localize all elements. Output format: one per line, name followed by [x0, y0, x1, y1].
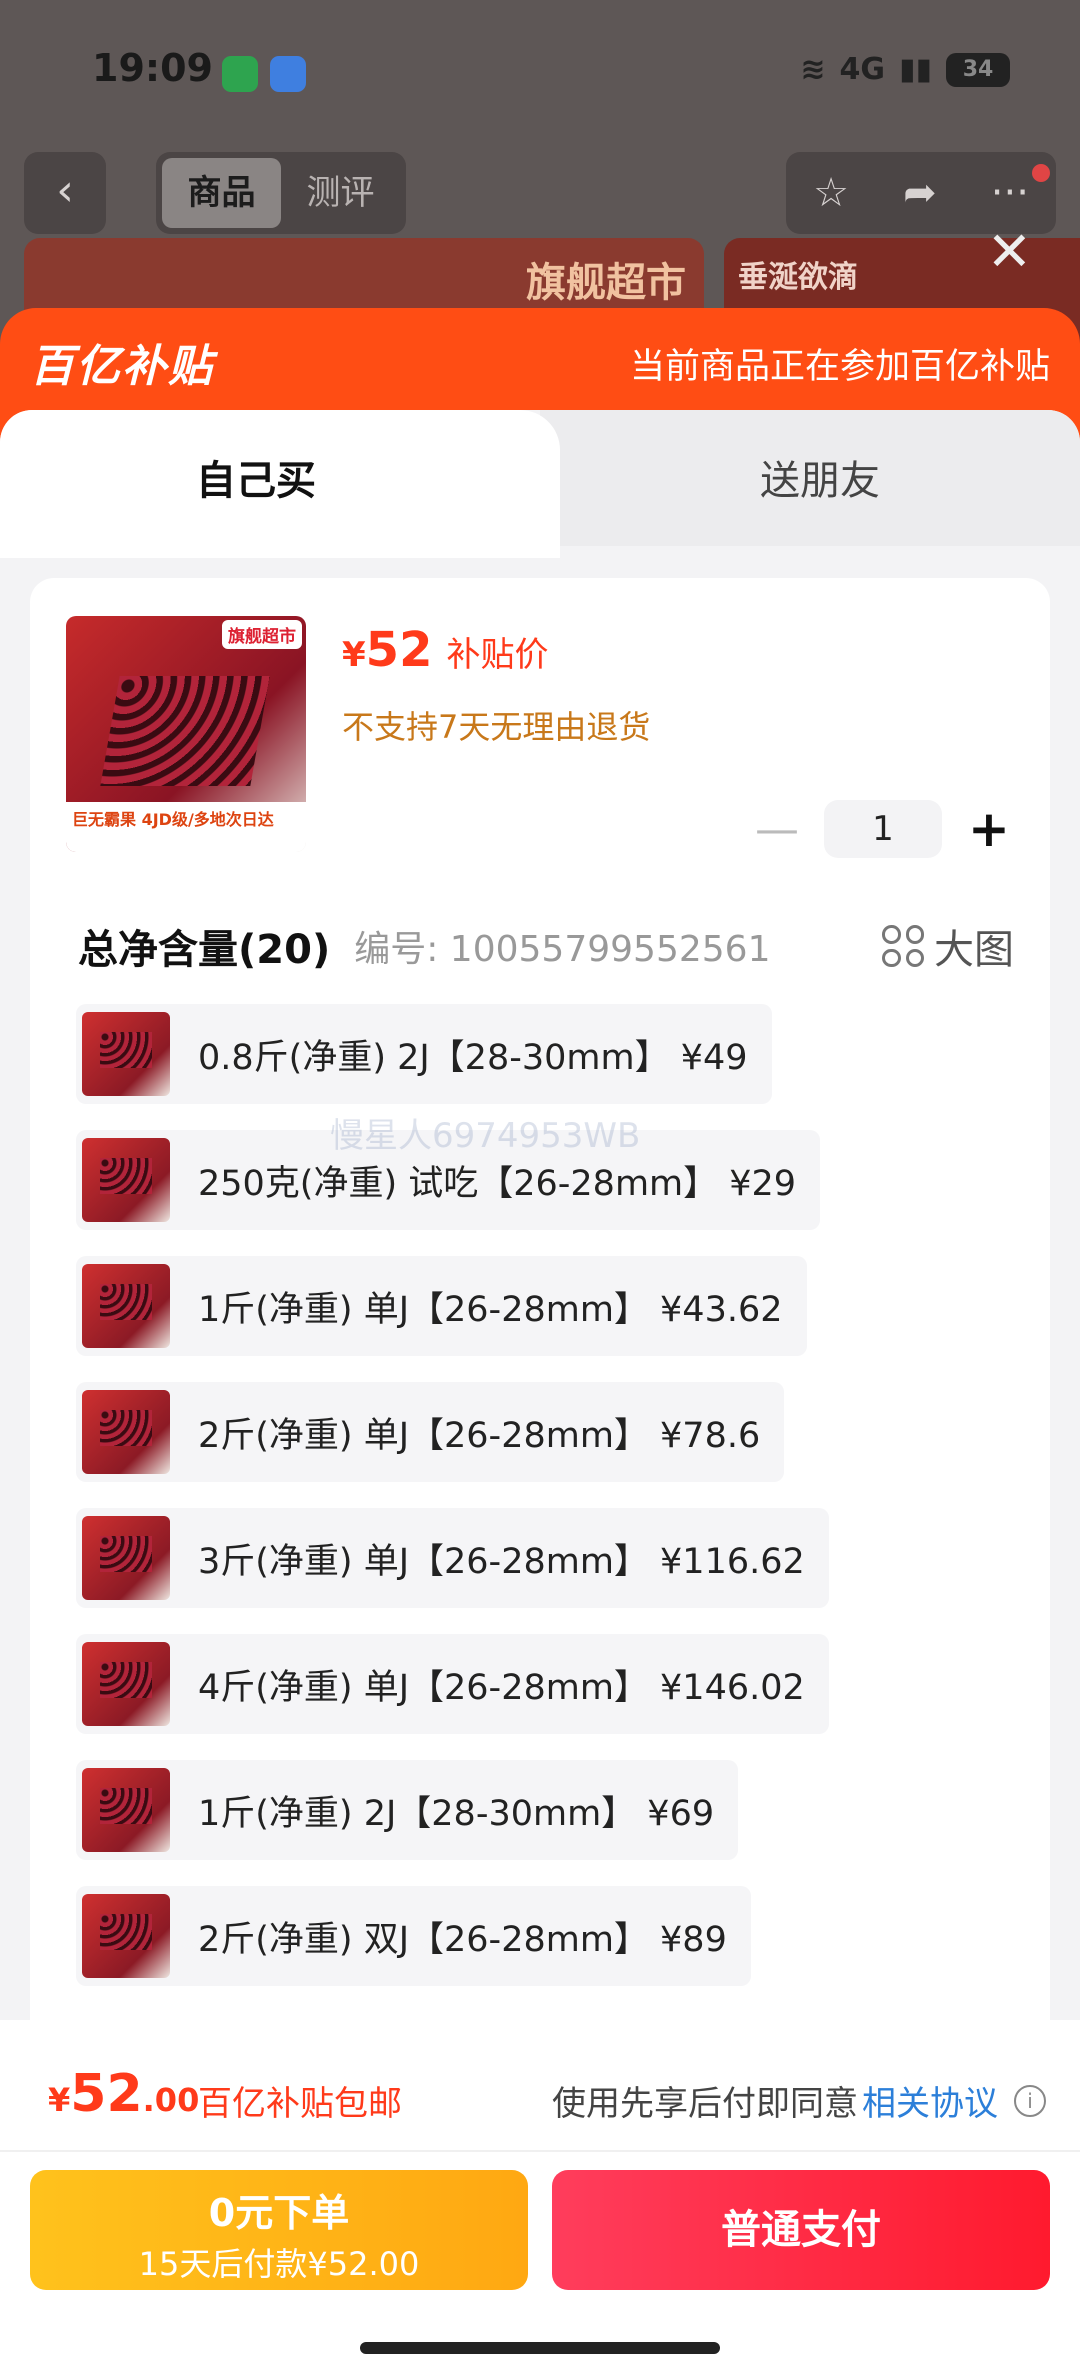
- plus-icon[interactable]: +: [964, 800, 1014, 858]
- subsidy-note: 当前商品正在参加百亿补贴: [629, 347, 1050, 387]
- thumbnail-tag: 旗舰超市: [222, 620, 302, 649]
- thumbnail-footer: 巨无霸果 4JD级/多地次日达: [66, 802, 306, 852]
- product-code: 编号: 10055799552561: [354, 929, 771, 970]
- shipping-note: 百亿补贴包邮: [198, 2084, 402, 2124]
- checkout-bar: ¥52.00 百亿补贴包邮 使用先享后付即同意 相关协议 i 0元下单 15天后…: [0, 2020, 1080, 2373]
- notification-dot: [1032, 164, 1050, 182]
- battery-icon: 34: [946, 52, 1010, 87]
- option-thumbnail: [82, 1768, 170, 1852]
- status-time: 19:09: [92, 46, 213, 90]
- subsidy-price: ¥52 补贴价: [342, 622, 549, 678]
- big-image-button[interactable]: 大图: [882, 917, 1014, 975]
- option-thumbnail: [82, 1894, 170, 1978]
- minus-icon[interactable]: —: [752, 804, 802, 855]
- wifi-icon: ≋: [800, 52, 826, 87]
- purchase-mode-tabs: 自己买 送朋友: [0, 410, 1080, 558]
- spec-option[interactable]: 1斤(净重) 2J【28-30mm】 ¥69: [76, 1760, 739, 1860]
- agreement-link[interactable]: 相关协议: [862, 2076, 998, 2125]
- option-thumbnail: [82, 1138, 170, 1222]
- pay-later-button[interactable]: 0元下单 15天后付款¥52.00: [30, 2170, 528, 2290]
- option-thumbnail: [82, 1012, 170, 1096]
- quantity-input[interactable]: 1: [824, 800, 942, 858]
- close-icon[interactable]: ✕: [987, 220, 1032, 283]
- app-notification-icon: [270, 56, 306, 92]
- option-thumbnail: [82, 1516, 170, 1600]
- tab-buy-self[interactable]: 自己买: [196, 448, 316, 506]
- spec-option[interactable]: 4斤(净重) 单J【26-28mm】 ¥146.02: [76, 1634, 829, 1734]
- return-policy: 不支持7天无理由退货: [342, 708, 651, 746]
- product-tabs: 商品 测评: [156, 152, 406, 234]
- spec-option[interactable]: 0.8斤(净重) 2J【28-30mm】 ¥49: [76, 1004, 772, 1104]
- spec-header: 总净含量(20) 编号: 10055799552561 大图: [78, 916, 1014, 976]
- home-indicator: [360, 2342, 720, 2354]
- back-button[interactable]: ‹: [24, 152, 106, 234]
- spec-title: 总净含量(20): [78, 927, 331, 973]
- option-thumbnail: [82, 1264, 170, 1348]
- spec-option[interactable]: 2斤(净重) 双J【26-28mm】 ¥89: [76, 1886, 751, 1986]
- price-label: 补贴价: [446, 635, 549, 675]
- star-icon[interactable]: ☆: [813, 170, 849, 216]
- pay-button[interactable]: 普通支付: [552, 2170, 1050, 2290]
- spec-option[interactable]: 2斤(净重) 单J【26-28mm】 ¥78.6: [76, 1382, 785, 1482]
- total-price: ¥52.00: [48, 2064, 200, 2124]
- watermark: 慢星人6974953WB: [330, 1116, 641, 1156]
- spec-option[interactable]: 1斤(净重) 单J【26-28mm】 ¥43.62: [76, 1256, 807, 1356]
- signal-icon: ▮▮: [898, 52, 932, 87]
- wechat-icon: [222, 56, 258, 92]
- chevron-left-icon: ‹: [56, 165, 74, 216]
- network-type: 4G: [839, 52, 885, 87]
- agreement-text: 使用先享后付即同意 相关协议 i: [552, 2076, 1046, 2125]
- info-icon[interactable]: i: [1014, 2084, 1046, 2117]
- system-icons: ≋ 4G ▮▮ 34: [800, 52, 1010, 87]
- tab-send-friend[interactable]: 送朋友: [760, 448, 880, 506]
- quantity-stepper: — 1 +: [752, 800, 1014, 858]
- tab-review[interactable]: 测评: [281, 158, 400, 228]
- more-icon[interactable]: ···: [991, 170, 1029, 216]
- price-value: 52: [365, 622, 433, 678]
- share-icon[interactable]: ➦: [903, 170, 937, 216]
- grid-icon: [882, 925, 924, 967]
- option-thumbnail: [82, 1642, 170, 1726]
- status-bar: 19:09 ≋ 4G ▮▮ 34: [0, 0, 1080, 140]
- spec-option[interactable]: 3斤(净重) 单J【26-28mm】 ¥116.62: [76, 1508, 829, 1608]
- tab-product[interactable]: 商品: [162, 158, 281, 228]
- subsidy-logo: 百亿补贴: [30, 341, 214, 392]
- option-thumbnail: [82, 1390, 170, 1474]
- product-thumbnail[interactable]: 旗舰超市 巨无霸果 4JD级/多地次日达: [66, 616, 306, 852]
